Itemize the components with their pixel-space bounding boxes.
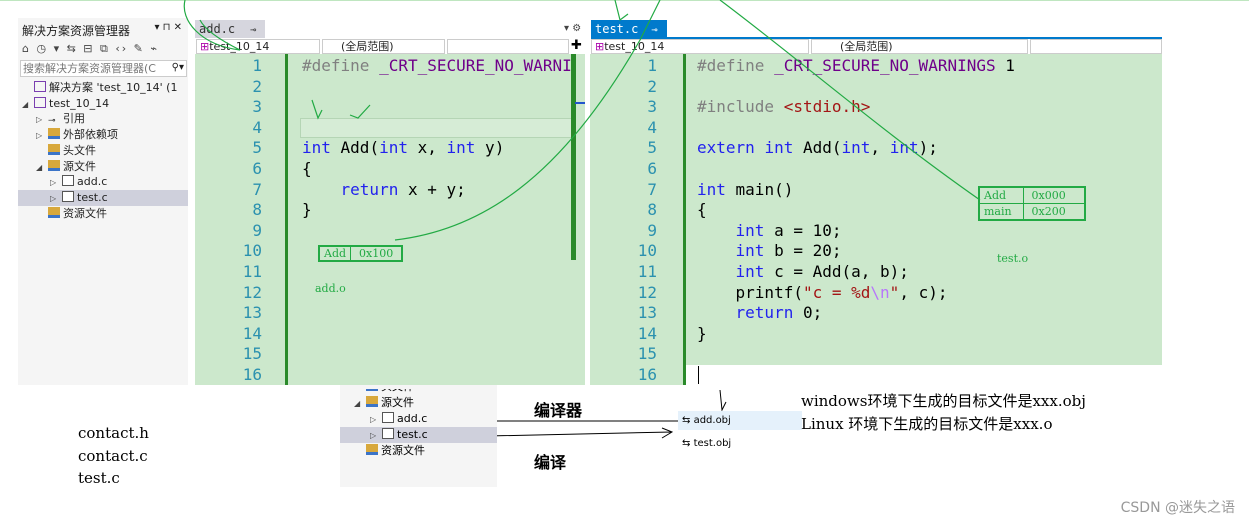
hand-arrow [614, 0, 629, 22]
hand-arrow [311, 99, 323, 120]
mini-tree-item[interactable]: ◢ 源文件 [354, 395, 414, 411]
hand-arrow [349, 104, 371, 119]
windows-note: windows环境下生成的目标文件是xxx.obj [801, 392, 1086, 410]
output-add-obj[interactable]: ⇆ add.obj [678, 411, 802, 430]
folder-icon [366, 396, 378, 407]
mini-tree-item[interactable]: ▷ test.c [340, 427, 497, 443]
file-name: contact.c [78, 446, 148, 465]
file-icon [382, 412, 394, 423]
compiler-label: 编译器 [534, 401, 583, 420]
mini-tree-item[interactable]: ▷ add.c [370, 411, 427, 427]
tree-item-label: 源文件 [381, 396, 414, 409]
hand-arrow [183, 0, 241, 51]
linux-note: Linux 环境下生成的目标文件是xxx.o [801, 415, 1053, 433]
folder-icon [366, 444, 378, 455]
file-name: contact.h [78, 424, 149, 442]
tree-item-label: add.c [397, 412, 428, 425]
output-label: add.obj [693, 415, 731, 426]
handwritten-arrows [183, 0, 981, 439]
file-icon [382, 428, 394, 439]
hand-arrow [719, 0, 981, 201]
file-name: test.c [78, 469, 120, 488]
output-label: test.obj [693, 438, 732, 449]
compile-label: 编译 [534, 453, 567, 472]
obj-icon: ⇆ [682, 438, 694, 449]
tree-item-label: test.c [397, 428, 428, 441]
mini-tree-item[interactable]: 资源文件 [354, 443, 425, 459]
down-arrow [719, 389, 727, 412]
twisty-icon[interactable]: ▷ [370, 428, 382, 444]
tree-item-label: 资源文件 [381, 444, 425, 457]
mini-solution-explorer: 头文件 ◢ 源文件 ▷ add.c ▷ test.c 资源文件 [340, 385, 497, 487]
output-test-obj[interactable]: ⇆ test.obj [678, 435, 731, 452]
twisty-icon[interactable]: ◢ [354, 396, 366, 412]
hand-arrow [394, 0, 661, 241]
obj-icon: ⇆ [682, 415, 694, 426]
watermark: CSDN @迷失之语 [1120, 500, 1235, 516]
twisty-icon[interactable]: ▷ [370, 412, 382, 428]
